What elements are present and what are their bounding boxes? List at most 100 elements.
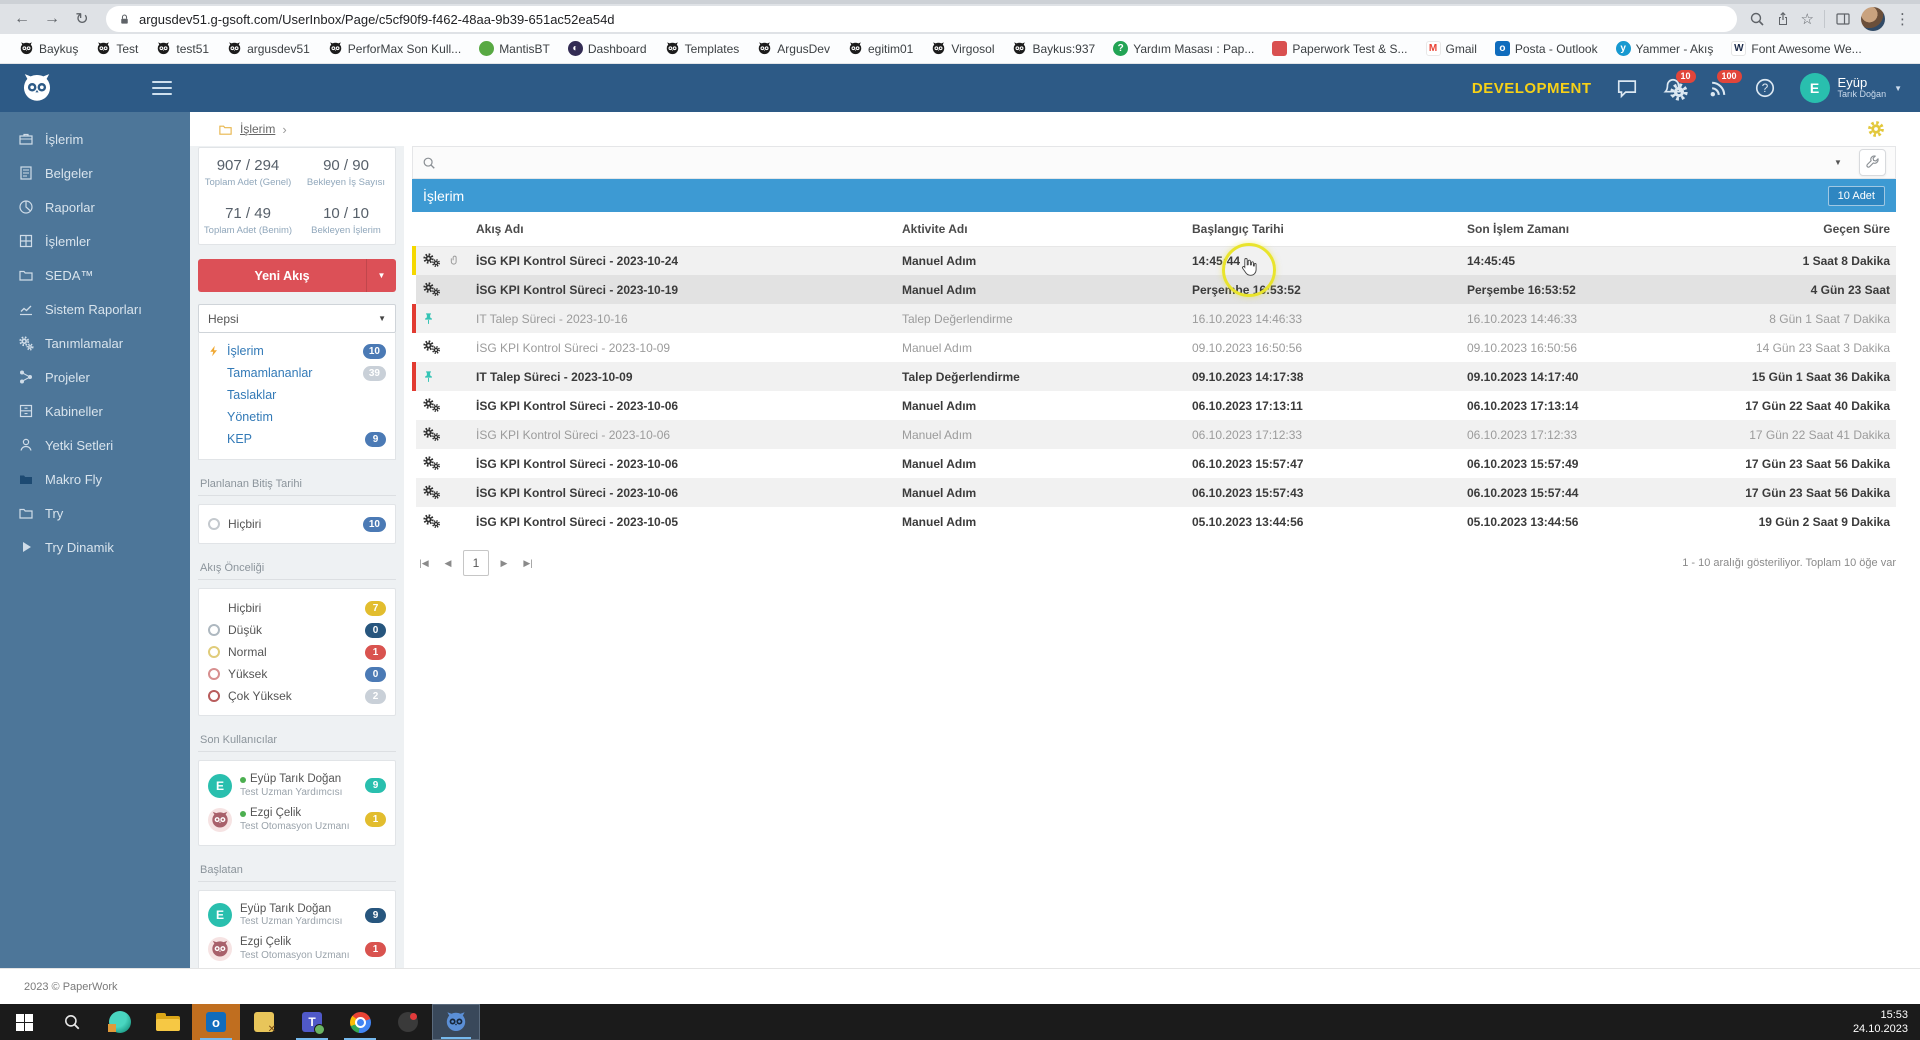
bookmark-item[interactable]: o Posta - Outlook bbox=[1488, 38, 1605, 59]
start-button[interactable] bbox=[0, 1004, 48, 1040]
sidebar-item[interactable]: Try bbox=[0, 496, 190, 530]
teams-button[interactable]: T bbox=[288, 1004, 336, 1040]
sidebar-item[interactable]: Tanımlamalar bbox=[0, 326, 190, 360]
bookmark-item[interactable]: PerforMax Son Kull... bbox=[321, 38, 468, 59]
table-row[interactable]: IT Talep Süreci - 2023-10-16 Talep Değer… bbox=[412, 304, 1896, 333]
bookmark-item[interactable]: Templates bbox=[658, 38, 747, 59]
search-icon[interactable] bbox=[1749, 11, 1765, 27]
pagination-prev-button[interactable]: ◀ bbox=[436, 551, 460, 575]
bookmark-item[interactable]: egitim01 bbox=[841, 38, 920, 59]
view-filter-item[interactable]: Taslaklar bbox=[208, 384, 386, 406]
search-options-caret[interactable]: ▼ bbox=[1825, 151, 1851, 175]
taskbar-app-button[interactable] bbox=[96, 1004, 144, 1040]
bookmark-item[interactable]: Test bbox=[89, 38, 145, 59]
bookmark-item[interactable]: test51 bbox=[149, 38, 216, 59]
recorder-button[interactable] bbox=[384, 1004, 432, 1040]
pagination-first-button[interactable]: |◀ bbox=[412, 551, 436, 575]
table-row[interactable]: İSG KPI Kontrol Süreci - 2023-10-06 Manu… bbox=[414, 478, 1896, 507]
address-bar[interactable] bbox=[106, 6, 1737, 32]
priority-option[interactable]: Yüksek 0 bbox=[208, 663, 386, 685]
sidebar-item[interactable]: SEDA™ bbox=[0, 258, 190, 292]
sidebar-item[interactable]: Makro Fly bbox=[0, 462, 190, 496]
table-row[interactable]: İSG KPI Kontrol Süreci - 2023-10-06 Manu… bbox=[414, 449, 1896, 478]
paperwork-app-button[interactable] bbox=[432, 1004, 480, 1040]
table-row[interactable]: İSG KPI Kontrol Süreci - 2023-10-06 Manu… bbox=[414, 391, 1896, 420]
sidebar-item[interactable]: İşlerim bbox=[0, 122, 190, 156]
sidebar-item[interactable]: Sistem Raporları bbox=[0, 292, 190, 326]
side-panel-icon[interactable] bbox=[1835, 11, 1851, 27]
view-filter-item[interactable]: Yönetim bbox=[208, 406, 386, 428]
radio-icon[interactable] bbox=[208, 646, 220, 658]
bookmark-star-icon[interactable]: ☆ bbox=[1801, 10, 1814, 28]
priority-option[interactable]: Normal 1 bbox=[208, 641, 386, 663]
announcements-icon[interactable]: 100 bbox=[1708, 70, 1742, 99]
view-filter-item[interactable]: İşlerim 10 bbox=[208, 340, 386, 362]
chrome-button[interactable] bbox=[336, 1004, 384, 1040]
chat-icon[interactable] bbox=[1616, 77, 1638, 99]
scope-select[interactable]: Hepsi ▼ bbox=[198, 304, 396, 333]
new-flow-caret-icon[interactable]: ▼ bbox=[366, 259, 396, 292]
bookmark-item[interactable]: Paperwork Test & S... bbox=[1265, 38, 1414, 59]
priority-option[interactable]: Hiçbiri 7 bbox=[208, 597, 386, 619]
sidebar-item[interactable]: Raporlar bbox=[0, 190, 190, 224]
pagination-current-page[interactable]: 1 bbox=[463, 550, 489, 576]
bookmark-item[interactable]: y Yammer - Akış bbox=[1609, 38, 1721, 59]
table-row[interactable]: İSG KPI Kontrol Süreci - 2023-10-05 Manu… bbox=[414, 507, 1896, 536]
planned-end-option[interactable]: Hiçbiri 10 bbox=[208, 513, 386, 535]
menu-hamburger-icon[interactable] bbox=[152, 81, 172, 95]
table-row[interactable]: İSG KPI Kontrol Süreci - 2023-10-09 Manu… bbox=[414, 333, 1896, 362]
bookmark-item[interactable]: Virgosol bbox=[924, 38, 1001, 59]
taskbar-search-button[interactable] bbox=[48, 1004, 96, 1040]
paperwork-logo-owl-icon[interactable] bbox=[20, 71, 54, 105]
share-icon[interactable] bbox=[1775, 11, 1791, 27]
sidebar-item[interactable]: Kabineller bbox=[0, 394, 190, 428]
bookmark-item[interactable]: ◐ Dashboard bbox=[561, 38, 654, 59]
view-filter-item[interactable]: Tamamlananlar 39 bbox=[208, 362, 386, 384]
column-header-elapsed[interactable]: Geçen Süre bbox=[1691, 212, 1896, 247]
column-header-flow-name[interactable]: Akış Adı bbox=[470, 212, 896, 247]
user-filter-item[interactable]: Ezgi Çelik Test Otomasyon Uzmanı 1 bbox=[208, 803, 386, 837]
taskbar-clock[interactable]: 15:53 24.10.2023 bbox=[1853, 1004, 1920, 1040]
table-row[interactable]: İSG KPI Kontrol Süreci - 2023-10-06 Manu… bbox=[414, 420, 1896, 449]
breadcrumb-link[interactable]: İşlerim bbox=[240, 122, 275, 136]
search-input[interactable] bbox=[444, 155, 1817, 170]
browser-back-button[interactable]: ← bbox=[10, 7, 34, 31]
radio-icon[interactable] bbox=[208, 624, 220, 636]
priority-option[interactable]: Çok Yüksek 2 bbox=[208, 685, 386, 707]
column-header-activity[interactable]: Aktivite Adı bbox=[896, 212, 1186, 247]
column-header-start-date[interactable]: Başlangıç Tarihi bbox=[1186, 212, 1461, 247]
table-row[interactable]: İSG KPI Kontrol Süreci - 2023-10-19 Manu… bbox=[414, 275, 1896, 304]
priority-option[interactable]: Düşük 0 bbox=[208, 619, 386, 641]
bookmark-item[interactable]: Baykus:937 bbox=[1005, 38, 1102, 59]
table-row[interactable]: IT Talep Süreci - 2023-10-09 Talep Değer… bbox=[412, 362, 1896, 391]
browser-reload-button[interactable]: ↻ bbox=[70, 7, 94, 31]
sidebar-item[interactable]: Belgeler bbox=[0, 156, 190, 190]
radio-icon[interactable] bbox=[208, 690, 220, 702]
bookmark-item[interactable]: Baykuş bbox=[12, 38, 85, 59]
bookmark-item[interactable]: M Gmail bbox=[1419, 38, 1484, 59]
worklist-count-badge[interactable]: 10 Adet bbox=[1827, 185, 1885, 206]
file-explorer-button[interactable] bbox=[144, 1004, 192, 1040]
page-settings-gear-icon[interactable] bbox=[1866, 119, 1886, 139]
browser-profile-avatar[interactable] bbox=[1861, 7, 1885, 31]
radio-icon[interactable] bbox=[208, 518, 220, 530]
radio-icon[interactable] bbox=[208, 668, 220, 680]
bookmark-item[interactable]: MantisBT bbox=[472, 38, 557, 59]
bookmark-item[interactable]: W Font Awesome We... bbox=[1724, 38, 1868, 59]
view-filter-item[interactable]: KEP 9 bbox=[208, 428, 386, 450]
menu-kebab-icon[interactable]: ⋮ bbox=[1895, 10, 1910, 28]
bookmark-item[interactable]: ? Yardım Masası : Pap... bbox=[1106, 38, 1261, 59]
bookmark-item[interactable]: ArgusDev bbox=[750, 38, 837, 59]
user-filter-item[interactable]: Ezgi Çelik Test Otomasyon Uzmanı 1 bbox=[208, 932, 386, 966]
outlook-button[interactable]: o bbox=[192, 1004, 240, 1040]
snipping-tool-button[interactable] bbox=[240, 1004, 288, 1040]
sidebar-item[interactable]: Yetki Setleri bbox=[0, 428, 190, 462]
bookmark-item[interactable]: argusdev51 bbox=[220, 38, 317, 59]
new-flow-button[interactable]: Yeni Akış ▼ bbox=[198, 259, 396, 292]
user-filter-item[interactable]: E Eyüp Tarık Doğan Test Uzman Yardımcısı… bbox=[208, 769, 386, 803]
sidebar-item[interactable]: Try Dinamik bbox=[0, 530, 190, 564]
url-input[interactable] bbox=[139, 11, 1725, 27]
pagination-next-button[interactable]: ▶ bbox=[492, 551, 516, 575]
search-settings-wrench-icon[interactable] bbox=[1859, 149, 1886, 176]
sidebar-item[interactable]: İşlemler bbox=[0, 224, 190, 258]
